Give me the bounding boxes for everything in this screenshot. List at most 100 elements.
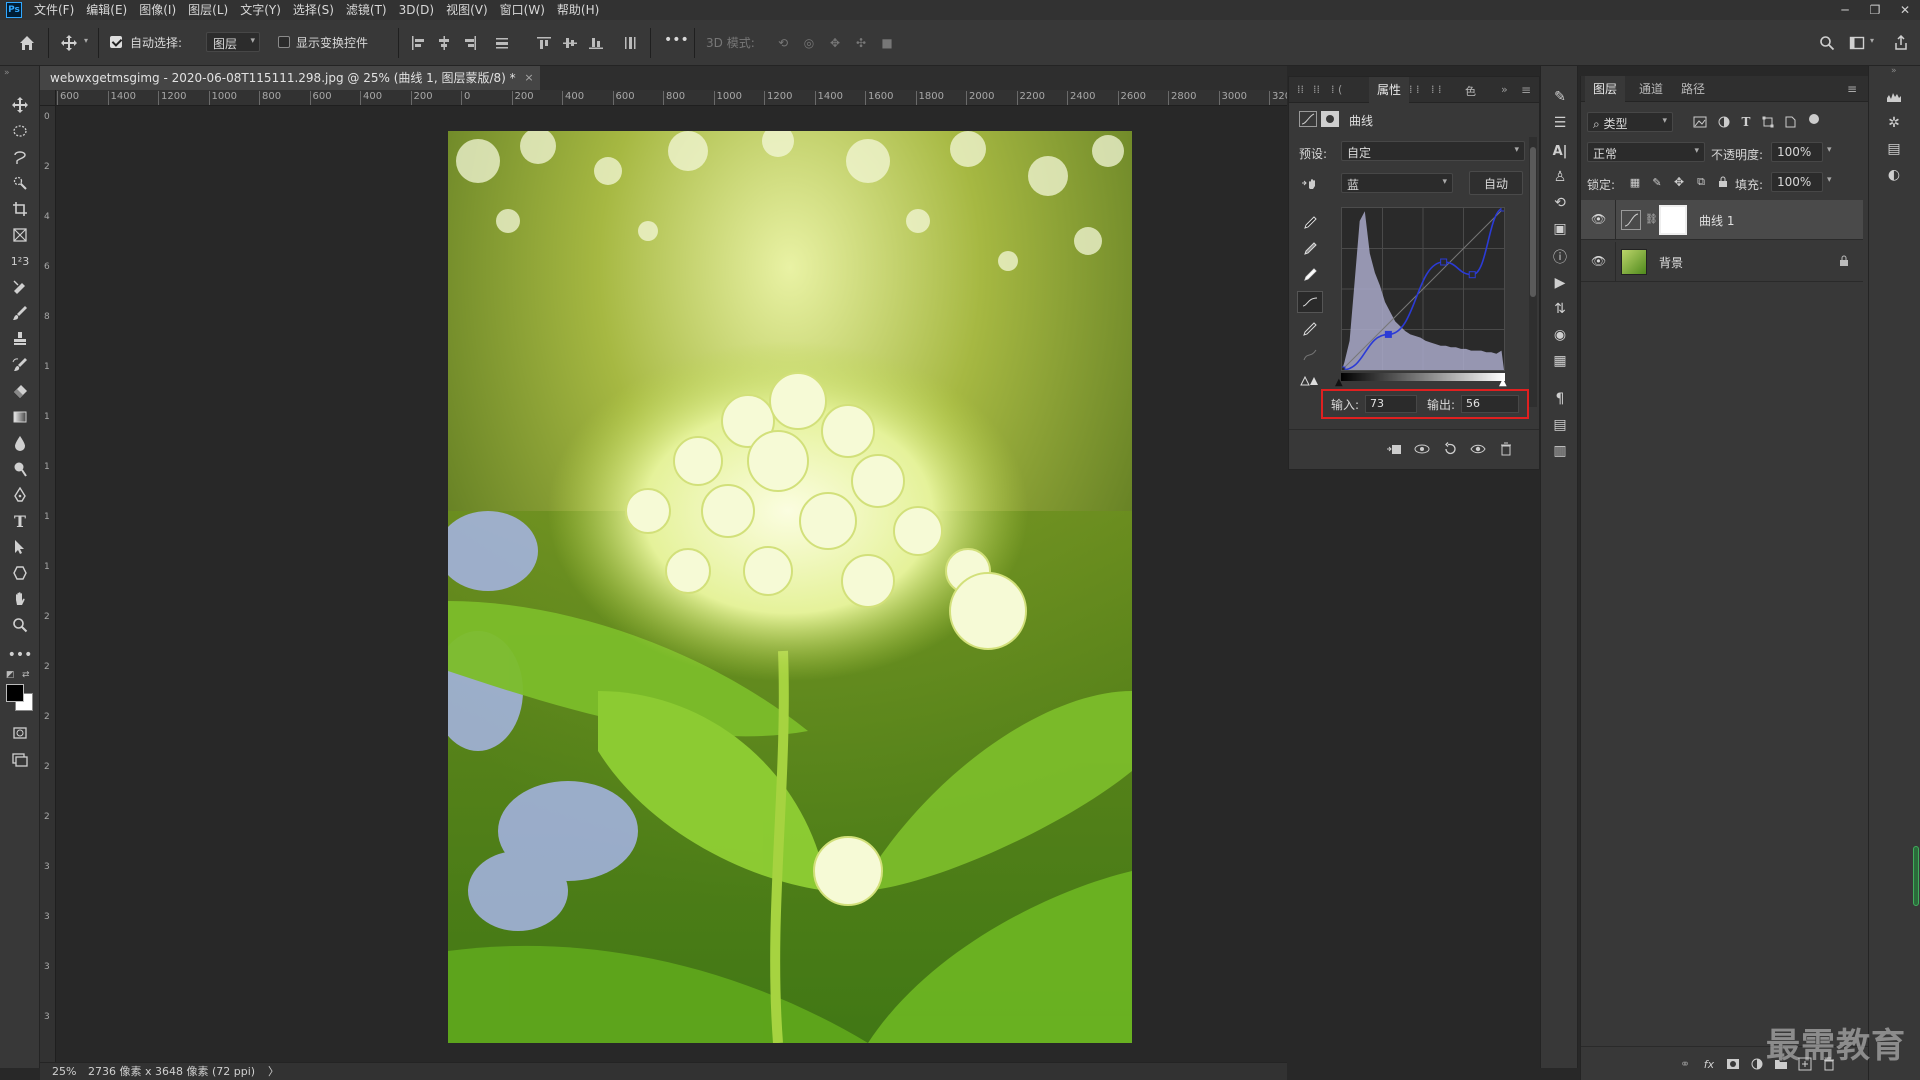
distribute-icon[interactable] — [492, 32, 512, 54]
minimize-button[interactable]: ─ — [1830, 0, 1860, 20]
gradient-tool-icon[interactable] — [8, 406, 32, 428]
collapse-right-chevron-icon[interactable]: » — [1891, 66, 1897, 76]
menu-file[interactable]: 文件(F) — [28, 0, 80, 20]
zoom-level[interactable]: 25% — [52, 1063, 76, 1080]
visibility-eye-icon[interactable] — [1467, 439, 1489, 459]
histogram-icon[interactable] — [1883, 86, 1905, 108]
clip-to-layer-icon[interactable] — [1383, 439, 1405, 459]
lock-artboard-icon[interactable]: ⧉ — [1693, 174, 1709, 190]
sample-white-eyedropper-icon[interactable] — [1299, 265, 1321, 285]
tab-paths[interactable]: 路径 — [1673, 76, 1713, 102]
side-slider[interactable] — [1913, 846, 1919, 906]
draw-curve-pencil-icon[interactable] — [1299, 319, 1321, 339]
zoom-tool-icon[interactable] — [8, 614, 32, 636]
tab-properties[interactable]: 属性 — [1369, 77, 1410, 103]
3d-slide-icon[interactable]: ✣ — [850, 32, 872, 54]
panel-grip-icon-2[interactable]: ⁞⁞ — [1313, 83, 1320, 96]
default-colors-icon[interactable]: ◩ — [6, 670, 15, 680]
fill-field[interactable]: 100% — [1771, 172, 1823, 192]
document-image[interactable] — [448, 131, 1132, 1043]
layer-visibility-eye-icon[interactable]: 👁 — [1591, 254, 1606, 268]
history-icon[interactable]: ⟲ — [1549, 192, 1571, 214]
filter-smart-object-icon[interactable] — [1781, 114, 1799, 130]
vertical-ruler[interactable]: 02468111112222233333 — [40, 106, 56, 1062]
close-tab-icon[interactable]: × — [524, 66, 533, 90]
home-icon[interactable] — [16, 32, 38, 54]
hand-tool-icon[interactable] — [8, 588, 32, 610]
quick-mask-icon[interactable] — [8, 722, 32, 744]
clipping-warning-icon[interactable] — [1297, 371, 1323, 389]
filter-adjustment-icon[interactable] — [1715, 114, 1733, 130]
output-value-field[interactable]: 56 — [1461, 395, 1519, 413]
curves-adjustment-icon[interactable] — [1299, 111, 1317, 127]
panel-grip-icon-4[interactable]: ⁞ ⁞ — [1409, 83, 1420, 96]
adjustments-sliders-icon[interactable]: ☰ — [1549, 112, 1571, 134]
notes-icon[interactable]: ▤ — [1549, 414, 1571, 436]
panel-menu-icon[interactable]: ≡ — [1521, 83, 1531, 97]
align-middle-v-icon[interactable] — [560, 32, 580, 54]
filter-type-icon[interactable]: T — [1737, 114, 1755, 130]
layer-row-background[interactable]: 👁 背景 — [1581, 242, 1863, 282]
align-bottom-icon[interactable] — [586, 32, 606, 54]
blur-tool-icon[interactable] — [8, 432, 32, 454]
edit-toolbar-icon[interactable]: ••• — [8, 644, 33, 666]
curve-control-point[interactable] — [1500, 204, 1508, 212]
menu-layer[interactable]: 图层(L) — [182, 0, 234, 20]
layer-filter-dropdown[interactable]: ⌕ 类型 ▾ — [1587, 112, 1673, 132]
filter-toggle-icon[interactable] — [1809, 114, 1819, 124]
auto-select-target-dropdown[interactable]: 图层 ▾ — [206, 32, 260, 52]
blend-mode-dropdown[interactable]: 正常 ▾ — [1587, 142, 1705, 162]
swap-colors-icon[interactable]: ⇄ — [22, 670, 30, 680]
table-icon[interactable]: ▦ — [1549, 350, 1571, 372]
properties-doc-icon[interactable]: ▥ — [1549, 440, 1571, 462]
paragraph-icon[interactable]: ¶ — [1549, 388, 1571, 410]
color-icon[interactable]: ◐ — [1883, 164, 1905, 186]
layer-mask-thumbnail[interactable] — [1659, 205, 1687, 235]
menu-image[interactable]: 图像(I) — [133, 0, 182, 20]
view-previous-icon[interactable] — [1411, 439, 1433, 459]
dodge-tool-icon[interactable] — [8, 458, 32, 480]
share-icon[interactable] — [1890, 32, 1912, 54]
menu-help[interactable]: 帮助(H) — [551, 0, 605, 20]
properties-scrollbar[interactable] — [1529, 137, 1537, 407]
clone-source-icon[interactable]: ♙ — [1549, 166, 1571, 188]
black-point-slider-icon[interactable]: ▲ — [1335, 377, 1343, 388]
sample-black-eyedropper-icon[interactable] — [1299, 213, 1321, 233]
swatches-icon[interactable]: ▤ — [1883, 138, 1905, 160]
paths-icon[interactable]: ⇅ — [1549, 298, 1571, 320]
auto-button[interactable]: 自动 — [1469, 171, 1523, 195]
brush-tool-icon[interactable] — [8, 302, 32, 324]
layers-panel-menu-icon[interactable]: ≡ — [1847, 82, 1857, 96]
targeted-adjust-hand-icon[interactable] — [1299, 173, 1321, 193]
restore-button[interactable]: ❐ — [1860, 0, 1890, 20]
navigator-icon[interactable]: ✲ — [1883, 112, 1905, 134]
align-center-h-icon[interactable] — [434, 32, 454, 54]
mask-icon[interactable] — [1723, 1055, 1743, 1073]
tab-channels[interactable]: 通道 — [1631, 76, 1671, 102]
quick-select-tool-icon[interactable] — [8, 172, 32, 194]
libraries-icon[interactable]: ▣ — [1549, 218, 1571, 240]
document-tab[interactable]: webwxgetmsgimg - 2020-06-08T115111.298.j… — [40, 66, 540, 90]
stamp-tool-icon[interactable] — [8, 328, 32, 350]
spot-heal-tool-icon[interactable] — [8, 276, 32, 298]
fx-icon[interactable]: fx — [1699, 1055, 1719, 1073]
curve-control-point[interactable] — [1468, 271, 1476, 279]
marquee-tool-icon[interactable] — [8, 120, 32, 142]
panel-grip-icon-5[interactable]: ⁞ ⁞ — [1431, 83, 1442, 96]
lasso-tool-icon[interactable] — [8, 146, 32, 168]
layer-row-curves[interactable]: 👁 ⛓ 曲线 1 — [1581, 200, 1863, 240]
smooth-curve-icon[interactable] — [1299, 345, 1321, 365]
curve-control-point[interactable] — [1384, 330, 1392, 338]
white-point-slider-icon[interactable]: ▲ — [1499, 377, 1507, 388]
layer-mask-icon[interactable] — [1321, 111, 1339, 127]
trash-icon[interactable] — [1495, 439, 1517, 459]
shape-tool-icon[interactable] — [8, 562, 32, 584]
channel-dropdown[interactable]: 蓝 ▾ — [1341, 173, 1453, 193]
lock-transparent-icon[interactable]: ▦ — [1627, 174, 1643, 190]
move-tool-icon[interactable] — [8, 94, 32, 116]
menu-view[interactable]: 视图(V) — [440, 0, 494, 20]
menu-window[interactable]: 窗口(W) — [494, 0, 551, 20]
path-select-tool-icon[interactable] — [8, 536, 32, 558]
panel-grip-icon[interactable]: ⁞⁞ — [1297, 83, 1304, 96]
menu-edit[interactable]: 编辑(E) — [80, 0, 133, 20]
